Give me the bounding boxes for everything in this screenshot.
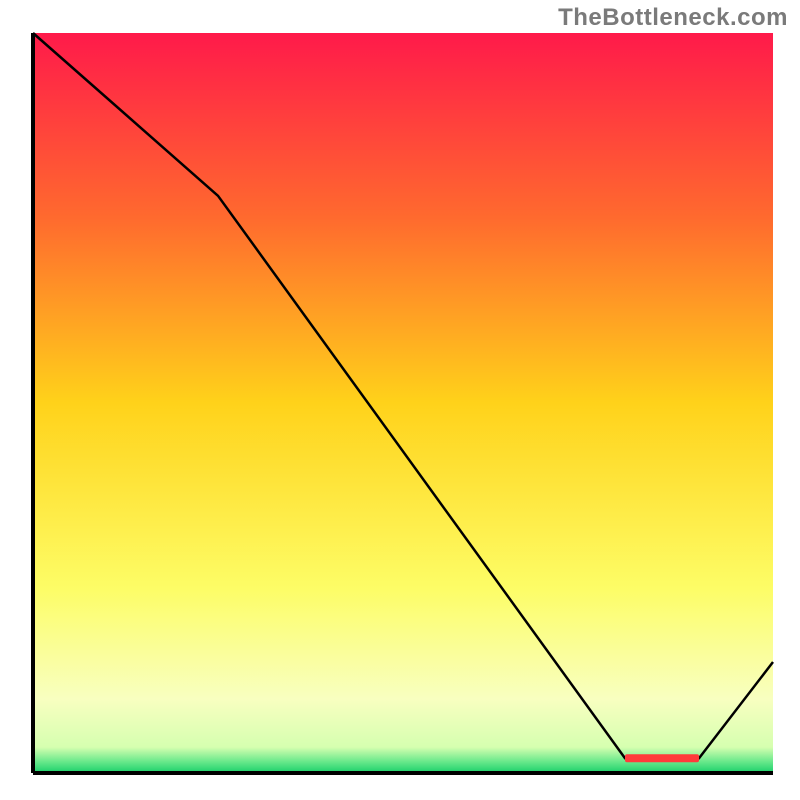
plot-svg [0, 0, 800, 800]
watermark-text: TheBottleneck.com [558, 4, 788, 32]
gradient-background [33, 33, 773, 773]
bottleneck-chart: TheBottleneck.com [0, 0, 800, 800]
marker-band [625, 754, 699, 762]
